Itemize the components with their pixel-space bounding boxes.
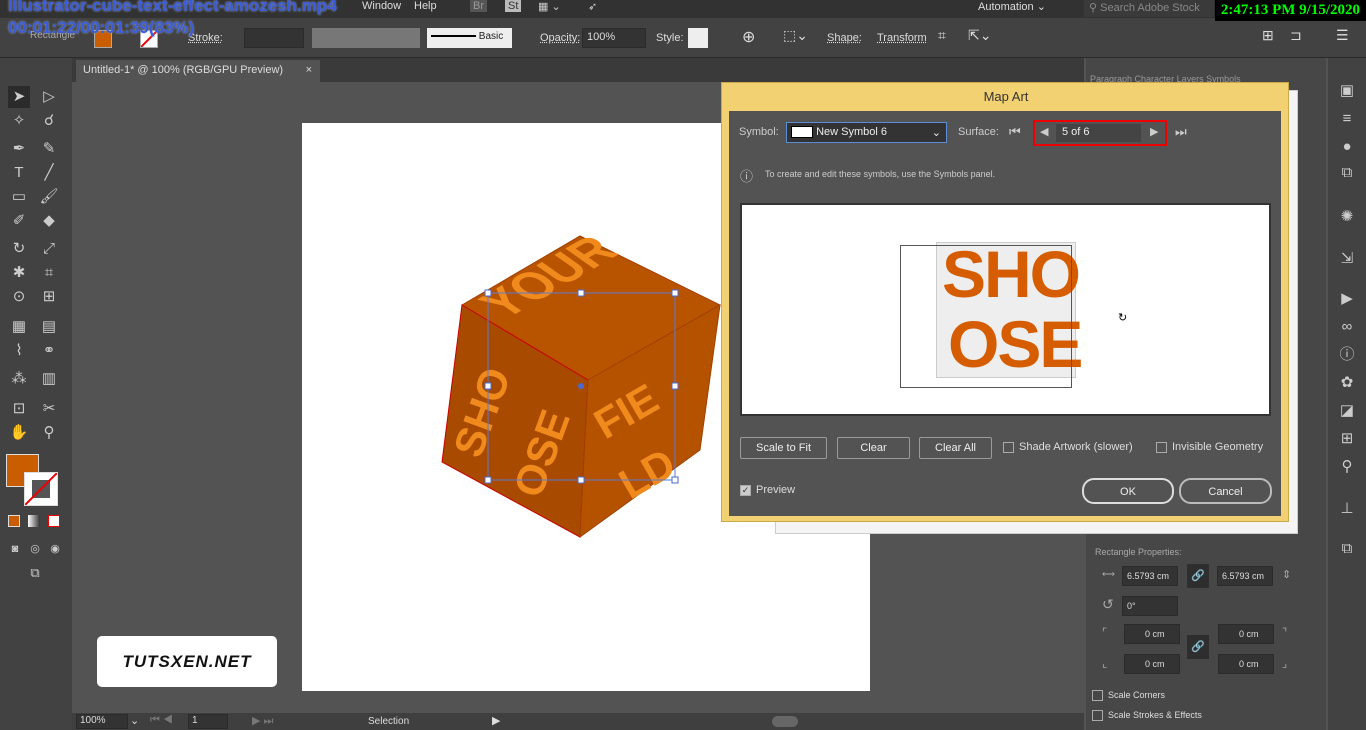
corner-tl-field[interactable]: 0 cm	[1124, 624, 1180, 644]
scale-strokes-checkbox[interactable]: Scale Strokes & Effects	[1092, 710, 1202, 722]
corner-tl-icon: ⌜	[1102, 627, 1108, 639]
clear-button[interactable]: Clear	[837, 437, 910, 459]
export-icon[interactable]: ⇲	[1336, 248, 1358, 270]
graphic-styles-icon[interactable]: ⧉	[1336, 162, 1358, 184]
symbol-name: New Symbol 6	[816, 126, 887, 138]
scale-strokes-label: Scale Strokes & Effects	[1108, 710, 1202, 720]
artboard-number-field[interactable]: 1	[188, 714, 228, 729]
color-panel-icon[interactable]: ✿	[1336, 372, 1358, 394]
links-panel-icon[interactable]: ∞	[1336, 316, 1358, 338]
status-tool-label: Selection	[368, 716, 410, 727]
corner-tr-icon: ⌝	[1282, 627, 1288, 639]
arrange-panel-icon[interactable]: ⧉	[1336, 538, 1358, 560]
last-surface-icon[interactable]: ⏭	[1175, 124, 1187, 140]
corner-bl-field[interactable]: 0 cm	[1124, 654, 1180, 674]
scale-corners-checkbox[interactable]: Scale Corners	[1092, 690, 1166, 702]
panel-dock: ▣ ≡ ● ⧉ ✺ ⇲ ▶ ∞ ⓘ ✿ ◪ ⊞ ⚲ ⊥ ⧉	[1328, 58, 1366, 730]
watermark-logo: TUTSXEN.NET	[97, 636, 277, 687]
align-panel-icon[interactable]: ⊥	[1336, 498, 1358, 520]
corner-bl-icon: ⌞	[1102, 658, 1108, 670]
info-panel-icon[interactable]: ⓘ	[1336, 344, 1358, 366]
shade-artwork-label: Shade Artwork (slower)	[1019, 441, 1133, 453]
invisible-geometry-label: Invisible Geometry	[1172, 441, 1264, 453]
preview-label: Preview	[756, 484, 796, 496]
clear-all-button[interactable]: Clear All	[919, 437, 992, 459]
info-icon: ⓘ	[740, 169, 754, 184]
constrain-proportions-icon[interactable]: 🔗	[1187, 564, 1209, 588]
rotate-cursor-icon: ↻	[1118, 312, 1128, 324]
checkbox-box	[1156, 441, 1167, 453]
next-surface-icon[interactable]: ▶	[1150, 125, 1158, 138]
checkbox-box	[1092, 690, 1103, 702]
zoom-field[interactable]: 100%	[76, 714, 128, 729]
stroke-panel-icon[interactable]: ≡	[1336, 108, 1358, 130]
ok-button[interactable]: OK	[1082, 478, 1174, 504]
symbol-label: Symbol:	[739, 126, 779, 138]
symbol-thumbnail	[791, 126, 813, 139]
map-art-dialog: Map Art Symbol: New Symbol 6 ⌄ Surface: ⏮…	[721, 82, 1289, 522]
actions-play-icon[interactable]: ▶	[1336, 288, 1358, 310]
corner-br-field[interactable]: 0 cm	[1218, 654, 1274, 674]
scale-corners-label: Scale Corners	[1108, 690, 1166, 700]
height-icon: ⇕	[1282, 569, 1292, 581]
previous-surface-icon[interactable]: ◀	[1040, 125, 1048, 138]
dialog-title: Map Art	[983, 89, 1029, 104]
swatches-icon[interactable]: ◪	[1336, 400, 1358, 422]
corner-tr-field[interactable]: 0 cm	[1218, 624, 1274, 644]
rotation-field[interactable]: 0°	[1122, 596, 1178, 616]
horizontal-scrollbar[interactable]	[772, 716, 798, 727]
symbol-preview-area[interactable]: SHO OSE ↻	[740, 203, 1271, 416]
checkbox-box	[1092, 710, 1103, 722]
shade-artwork-checkbox[interactable]: Shade Artwork (slower)	[1003, 441, 1133, 453]
width-field[interactable]: 6.5793 cm	[1122, 566, 1178, 586]
status-bar: 100% ⌄ ⏮ ◀ 1 ▶ ⏭ Selection ▶	[72, 713, 1084, 730]
first-surface-icon[interactable]: ⏮	[1009, 124, 1021, 140]
appearance-panel-icon[interactable]: ●	[1336, 136, 1358, 158]
checkmark-icon: ✓	[740, 484, 751, 496]
info-text: To create and edit these symbols, use th…	[765, 169, 996, 179]
surface-field[interactable]: 5 of 6	[1056, 124, 1141, 142]
scale-to-fit-button[interactable]: Scale to Fit	[740, 437, 827, 459]
gradient-panel-icon[interactable]: ▣	[1336, 80, 1358, 102]
checkbox-box	[1003, 441, 1014, 453]
rotate-icon: ↺	[1102, 596, 1114, 612]
transparency-icon[interactable]: ⊞	[1336, 428, 1358, 450]
pathfinder-icon[interactable]: ⚲	[1336, 456, 1358, 478]
surface-label: Surface:	[958, 126, 999, 138]
chevron-down-icon: ⌄	[931, 127, 941, 139]
zoom-dropdown-icon[interactable]: ⌄	[130, 714, 139, 727]
invisible-geometry-checkbox[interactable]: Invisible Geometry	[1156, 441, 1263, 453]
brushes-panel-icon[interactable]: ✺	[1336, 206, 1358, 228]
link-corners-icon[interactable]: 🔗	[1187, 635, 1209, 659]
properties-title: Rectangle Properties:	[1095, 547, 1182, 557]
corner-br-icon: ⌟	[1282, 658, 1288, 670]
symbol-dropdown[interactable]: New Symbol 6 ⌄	[786, 122, 947, 143]
status-menu-icon[interactable]: ▶	[492, 714, 500, 727]
symbol-bounding-box[interactable]	[900, 245, 1072, 388]
cancel-button[interactable]: Cancel	[1179, 478, 1272, 504]
preview-checkbox[interactable]: ✓ Preview	[740, 484, 795, 496]
height-field[interactable]: 6.5793 cm	[1217, 566, 1273, 586]
first-artboard-icon[interactable]: ⏮ ◀	[150, 714, 173, 727]
next-artboard-icon[interactable]: ▶ ⏭	[252, 714, 273, 728]
width-icon: ⟷	[1102, 569, 1115, 579]
